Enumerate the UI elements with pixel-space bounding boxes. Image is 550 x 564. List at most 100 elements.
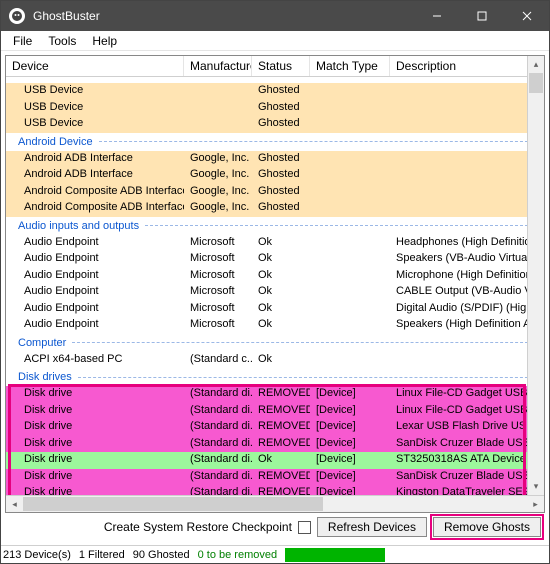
table-row[interactable]: ACPI x64-based PC(Standard c...Ok [6, 352, 544, 369]
remove-ghosts-button[interactable]: Remove Ghosts [433, 517, 541, 537]
table-row[interactable]: USB DeviceGhosted [6, 83, 544, 100]
cell-device: ACPI x64-based PC [6, 352, 184, 369]
cell-status: REMOVED [252, 469, 310, 486]
cell-match [310, 116, 390, 133]
table-row[interactable]: Audio EndpointMicrosoftOkMicrophone (Hig… [6, 268, 544, 285]
cell-match: [Device] [310, 386, 390, 403]
cell-status: Ghosted [252, 83, 310, 100]
col-status[interactable]: Status [252, 56, 310, 76]
cell-mfr: Google, Inc. [184, 200, 252, 217]
table-row[interactable]: Disk drive(Standard di...REMOVED[Device]… [6, 403, 544, 420]
table-row[interactable]: Android Composite ADB InterfaceGoogle, I… [6, 200, 544, 217]
group-label: Audio inputs and outputs [18, 220, 139, 232]
table-row[interactable]: Disk drive(Standard di...REMOVED[Device]… [6, 419, 544, 436]
cell-desc: Headphones (High Definition Aud [390, 235, 544, 252]
cell-match [310, 301, 390, 318]
cell-status: Ok [252, 452, 310, 469]
table-row[interactable]: USB DeviceGhosted [6, 100, 544, 117]
cell-status: Ok [252, 251, 310, 268]
table-row[interactable]: Audio EndpointMicrosoftOk Headphones (Hig… [6, 235, 544, 252]
restore-checkbox[interactable] [298, 521, 311, 534]
close-button[interactable] [504, 1, 549, 31]
group-header[interactable]: Computer [6, 334, 544, 352]
table-row[interactable]: Disk drive(Standard di...REMOVED[Device]… [6, 469, 544, 486]
restore-label: Create System Restore Checkpoint [104, 520, 292, 534]
group-label: Android Device [18, 136, 93, 148]
table-row[interactable]: Audio EndpointMicrosoftOkCABLE Output (V… [6, 284, 544, 301]
table-row[interactable]: Audio EndpointMicrosoftOkSpeakers (VB-Au… [6, 251, 544, 268]
col-match[interactable]: Match Type [310, 56, 390, 76]
app-icon [9, 8, 25, 24]
group-header[interactable]: Audio inputs and outputs [6, 217, 544, 235]
cell-desc [390, 116, 544, 133]
cell-desc: Linux File-CD Gadget USB Devic [390, 403, 544, 420]
cell-desc [390, 200, 544, 217]
cell-status: Ok [252, 352, 310, 369]
cell-mfr: (Standard di... [184, 452, 252, 469]
vscroll-thumb[interactable] [529, 73, 543, 93]
cell-match: [Device] [310, 403, 390, 420]
cell-mfr [184, 100, 252, 117]
table-row[interactable]: Disk drive(Standard di...REMOVED[Device]… [6, 436, 544, 453]
cell-mfr: Microsoft [184, 251, 252, 268]
hscroll-thumb[interactable] [23, 497, 323, 511]
menu-tools[interactable]: Tools [40, 32, 84, 50]
cell-mfr: (Standard di... [184, 469, 252, 486]
table-row[interactable]: Android ADB InterfaceGoogle, Inc.Ghosted [6, 151, 544, 168]
cell-desc: Linux File-CD Gadget USB Devic [390, 386, 544, 403]
group-separator [145, 225, 538, 226]
menu-file[interactable]: File [5, 32, 40, 50]
scroll-down-arrow[interactable]: ▾ [528, 478, 544, 495]
device-listview[interactable]: Device Manufacturer Status Match Type De… [5, 55, 545, 513]
cell-device: Audio Endpoint [6, 235, 184, 252]
table-row[interactable]: USB DeviceGhosted [6, 116, 544, 133]
cell-mfr: Microsoft [184, 317, 252, 334]
group-header[interactable]: Android Device [6, 133, 544, 151]
statusbar: 213 Device(s) 1 Filtered 90 Ghosted 0 to… [1, 545, 549, 563]
cell-match: [Device] [310, 452, 390, 469]
cell-status: REMOVED [252, 419, 310, 436]
cell-status: Ok [252, 235, 310, 252]
cell-status: Ghosted [252, 100, 310, 117]
cell-device: Audio Endpoint [6, 268, 184, 285]
cell-status: Ghosted [252, 151, 310, 168]
cell-mfr: (Standard di... [184, 419, 252, 436]
menu-help[interactable]: Help [84, 32, 125, 50]
scroll-up-arrow[interactable]: ▴ [528, 56, 544, 73]
table-row[interactable]: Audio EndpointMicrosoftOkDigital Audio (… [6, 301, 544, 318]
table-row[interactable]: Audio EndpointMicrosoftOkSpeakers (High … [6, 317, 544, 334]
col-device[interactable]: Device [6, 56, 184, 76]
refresh-button[interactable]: Refresh Devices [317, 517, 427, 537]
col-description[interactable]: Description [390, 56, 544, 76]
vertical-scrollbar[interactable]: ▴ ▾ [527, 56, 544, 495]
scroll-right-arrow[interactable]: ▸ [527, 496, 544, 512]
horizontal-scrollbar[interactable]: ◂ ▸ [6, 495, 544, 512]
cell-match [310, 167, 390, 184]
table-row[interactable]: Disk drive(Standard di...Ok[Device]ST325… [6, 452, 544, 469]
cell-status: REMOVED [252, 403, 310, 420]
cell-match [310, 235, 390, 252]
cell-match: [Device] [310, 419, 390, 436]
cell-device: Disk drive [6, 419, 184, 436]
col-manufacturer[interactable]: Manufacturer [184, 56, 252, 76]
app-window: GhostBuster File Tools Help Device Manuf… [0, 0, 550, 564]
cell-desc [390, 83, 544, 100]
maximize-button[interactable] [459, 1, 504, 31]
cell-device: Disk drive [6, 469, 184, 486]
cell-device: Disk drive [6, 386, 184, 403]
cell-desc: Lexar USB Flash Drive USB Dev [390, 419, 544, 436]
cell-desc [390, 167, 544, 184]
table-row[interactable]: Android ADB InterfaceGoogle, Inc.Ghosted [6, 167, 544, 184]
cell-mfr [184, 83, 252, 100]
table-row[interactable]: Disk drive(Standard di...REMOVED[Device]… [6, 386, 544, 403]
cell-match [310, 83, 390, 100]
cell-mfr: Microsoft [184, 235, 252, 252]
status-removed: 0 to be removed [198, 549, 278, 561]
cell-match [310, 268, 390, 285]
cell-status: Ok [252, 317, 310, 334]
table-row[interactable]: Android Composite ADB InterfaceGoogle, I… [6, 184, 544, 201]
minimize-button[interactable] [414, 1, 459, 31]
scroll-left-arrow[interactable]: ◂ [6, 496, 23, 512]
cell-status: Ok [252, 284, 310, 301]
group-header[interactable]: Disk drives [6, 368, 544, 386]
